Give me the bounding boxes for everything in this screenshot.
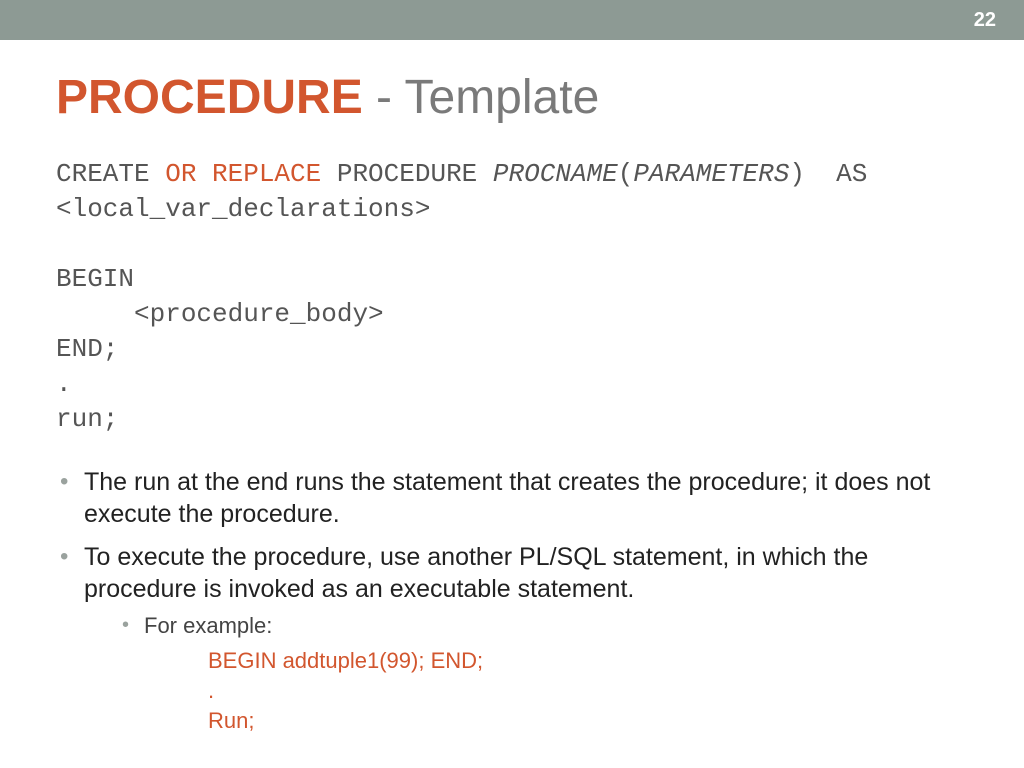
example-block: BEGIN addtuple1(99); END; . Run; xyxy=(208,646,968,735)
bullet-2-text: To execute the procedure, use another PL… xyxy=(84,543,868,604)
code-template: CREATE OR REPLACE PROCEDURE PROCNAME(PAR… xyxy=(56,157,968,438)
code-procname: PROCNAME xyxy=(493,159,618,189)
sub-bullet-1-text: For example: xyxy=(144,613,272,638)
code-run: run; xyxy=(56,404,118,434)
code-kw-or-replace: OR REPLACE xyxy=(165,159,321,189)
code-begin: BEGIN xyxy=(56,264,134,294)
slide-title: PROCEDURE - Template xyxy=(56,72,968,125)
sub-bullet-list: For example: BEGIN addtuple1(99); END; .… xyxy=(120,612,968,736)
sub-bullet-1: For example: BEGIN addtuple1(99); END; .… xyxy=(120,612,968,736)
slide-content: PROCEDURE - Template CREATE OR REPLACE P… xyxy=(0,40,1024,735)
bullet-list: The run at the end runs the statement th… xyxy=(56,466,968,736)
code-dot: . xyxy=(56,369,72,399)
code-paren-open: ( xyxy=(618,159,634,189)
bullet-1: The run at the end runs the statement th… xyxy=(56,466,968,531)
code-end: END; xyxy=(56,334,118,364)
code-body: <procedure_body> xyxy=(56,299,384,329)
code-kw-procedure: PROCEDURE xyxy=(321,159,493,189)
page-number: 22 xyxy=(974,0,996,40)
code-paren-close-as: ) AS xyxy=(789,159,867,189)
example-line-2: . xyxy=(208,676,968,706)
slide-top-bar: 22 xyxy=(0,0,1024,40)
code-parameters: PARAMETERS xyxy=(633,159,789,189)
example-line-1: BEGIN addtuple1(99); END; xyxy=(208,646,968,676)
example-line-3: Run; xyxy=(208,706,968,736)
code-local-vars: <local_var_declarations> xyxy=(56,194,430,224)
code-kw-create: CREATE xyxy=(56,159,165,189)
title-strong: PROCEDURE xyxy=(56,71,363,124)
bullet-2: To execute the procedure, use another PL… xyxy=(56,541,968,736)
title-rest: - Template xyxy=(363,71,600,124)
